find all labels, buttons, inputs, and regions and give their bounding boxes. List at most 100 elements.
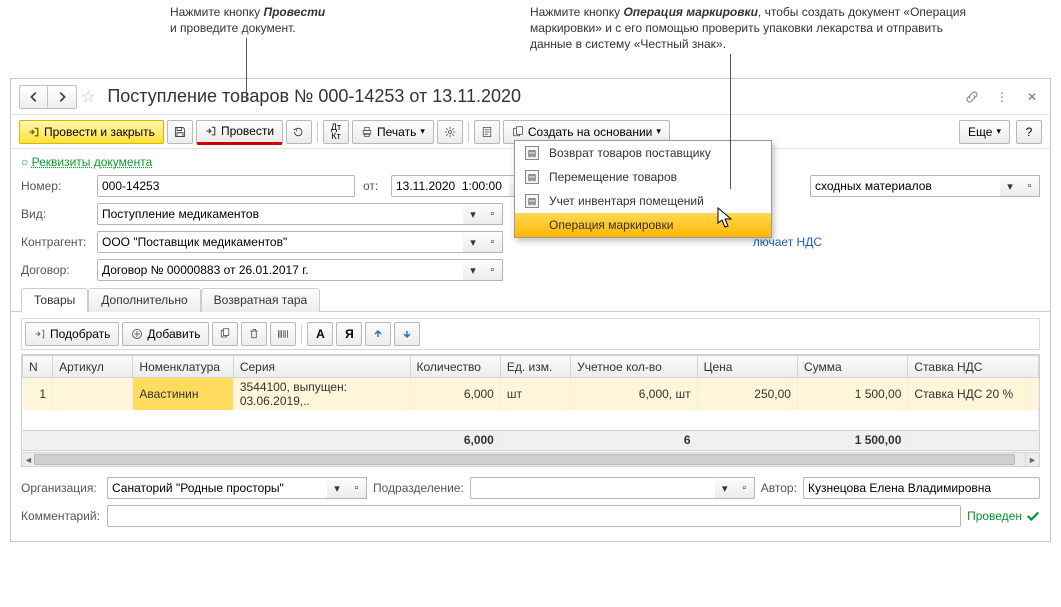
title-bar: ☆ Поступление товаров № 000-14253 от 13.… (11, 79, 1050, 115)
cell-n: 1 (23, 378, 53, 411)
col-sum[interactable]: Сумма (797, 356, 907, 378)
col-nomen[interactable]: Номенклатура (133, 356, 233, 378)
chevron-down-icon: ▾ (656, 126, 661, 137)
type-label: Вид: (21, 207, 89, 221)
create-based-label: Создать на основании (528, 125, 653, 139)
menu-return-goods[interactable]: ▤ Возврат товаров поставщику (515, 141, 771, 165)
dropdown-button[interactable]: ▾ (463, 231, 483, 253)
barcode-button[interactable] (270, 322, 296, 346)
dropdown-button[interactable]: ▾ (327, 477, 347, 499)
menu-marking-operation[interactable]: Операция маркировки (515, 213, 771, 237)
document-icon: ▤ (525, 146, 539, 160)
sort-asc-button[interactable]: А (307, 322, 333, 346)
move-down-button[interactable] (394, 322, 420, 346)
tab-extra[interactable]: Дополнительно (88, 288, 200, 312)
requisites-link[interactable]: Реквизиты документа (32, 153, 153, 171)
chevron-down-icon: ▾ (420, 126, 425, 137)
dtkt-button[interactable]: ДтКт (323, 120, 349, 144)
contract-input[interactable] (97, 259, 463, 281)
open-button[interactable]: ▫ (483, 259, 503, 281)
copy-button[interactable] (212, 322, 238, 346)
status-label: Проведен (967, 509, 1022, 523)
delete-button[interactable] (241, 322, 267, 346)
cell-sum: 1 500,00 (797, 378, 907, 411)
cell-nomen[interactable]: Авастинин (133, 378, 233, 411)
menu-item-label: Операция маркировки (549, 218, 674, 232)
cell-article (53, 378, 133, 411)
more-button[interactable]: Еще ▾ (959, 120, 1010, 144)
menu-move-goods[interactable]: ▤ Перемещение товаров (515, 165, 771, 189)
counterparty-label: Контрагент: (21, 235, 89, 249)
link-icon[interactable] (962, 87, 982, 107)
dropdown-button[interactable]: ▾ (463, 259, 483, 281)
total-qty: 6,000 (410, 430, 500, 450)
col-qty[interactable]: Количество (410, 356, 500, 378)
date-input[interactable] (391, 175, 509, 197)
sort-desc-button[interactable]: Я (336, 322, 362, 346)
tab-goods[interactable]: Товары (21, 288, 88, 312)
open-button[interactable]: ▫ (347, 477, 367, 499)
nav-back-button[interactable] (20, 86, 48, 108)
chevron-down-icon: ▾ (996, 126, 1001, 137)
author-label: Автор: (761, 481, 797, 495)
col-price[interactable]: Цена (697, 356, 797, 378)
open-button[interactable]: ▫ (735, 477, 755, 499)
settings-button[interactable] (437, 120, 463, 144)
col-vat[interactable]: Ставка НДС (908, 356, 1039, 378)
close-icon[interactable]: ✕ (1022, 87, 1042, 107)
undo-post-button[interactable] (286, 120, 312, 144)
dropdown-button[interactable]: ▾ (1000, 175, 1020, 197)
separator (317, 122, 318, 142)
table-row[interactable]: 1 Авастинин 3544100, выпущен: 03.06.2019… (23, 378, 1039, 411)
comment-input[interactable] (107, 505, 961, 527)
menu-item-label: Возврат товаров поставщику (549, 146, 711, 160)
add-label: Добавить (147, 327, 200, 341)
save-button[interactable] (167, 120, 193, 144)
author-input[interactable] (803, 477, 1040, 499)
table-blank (23, 410, 1039, 430)
cell-unit: шт (500, 378, 570, 411)
menu-inventory[interactable]: ▤ Учет инвентаря помещений (515, 189, 771, 213)
org-input[interactable] (107, 477, 327, 499)
post-and-close-button[interactable]: Провести и закрыть (19, 120, 164, 144)
status-badge: Проведен (967, 509, 1040, 523)
horizontal-scrollbar[interactable]: ◄ ► (21, 452, 1040, 467)
table-header-row: N Артикул Номенклатура Серия Количество … (23, 356, 1039, 378)
col-acc-qty[interactable]: Учетное кол-во (571, 356, 697, 378)
menu-item-label: Учет инвентаря помещений (549, 194, 704, 208)
star-icon[interactable]: ☆ (81, 87, 95, 107)
separator (468, 122, 469, 142)
number-input[interactable] (97, 175, 355, 197)
col-series[interactable]: Серия (233, 356, 410, 378)
add-button[interactable]: Добавить (122, 322, 209, 346)
open-button[interactable]: ▫ (483, 231, 503, 253)
print-button[interactable]: Печать ▾ (352, 120, 434, 144)
counterparty-input[interactable] (97, 231, 463, 253)
cell-price: 250,00 (697, 378, 797, 411)
dropdown-button[interactable]: ▾ (715, 477, 735, 499)
scroll-right-icon[interactable]: ► (1025, 453, 1039, 466)
open-button[interactable]: ▫ (483, 203, 503, 225)
tab-tare[interactable]: Возвратная тара (201, 288, 321, 312)
post-button[interactable]: Провести (196, 120, 283, 144)
document-icon: ▤ (525, 194, 539, 208)
open-button[interactable]: ▫ (1020, 175, 1040, 197)
col-unit[interactable]: Ед. изм. (500, 356, 570, 378)
type-input[interactable] (97, 203, 463, 225)
number-label: Номер: (21, 179, 89, 193)
nav-forward-button[interactable] (48, 86, 76, 108)
move-up-button[interactable] (365, 322, 391, 346)
help-button[interactable]: ? (1016, 120, 1042, 144)
kebab-icon[interactable]: ⋮ (992, 87, 1012, 107)
scroll-thumb[interactable] (34, 454, 1015, 465)
pick-button[interactable]: Подобрать (25, 322, 119, 346)
page-title: Поступление товаров № 000-14253 от 13.11… (107, 86, 958, 107)
col-n[interactable]: N (23, 356, 53, 378)
report-button[interactable] (474, 120, 500, 144)
post-label: Провести (221, 124, 274, 138)
dept-input[interactable] (470, 477, 715, 499)
col-article[interactable]: Артикул (53, 356, 133, 378)
tail-input[interactable] (810, 175, 1000, 197)
dropdown-button[interactable]: ▾ (463, 203, 483, 225)
comment-label: Комментарий: (21, 509, 101, 523)
